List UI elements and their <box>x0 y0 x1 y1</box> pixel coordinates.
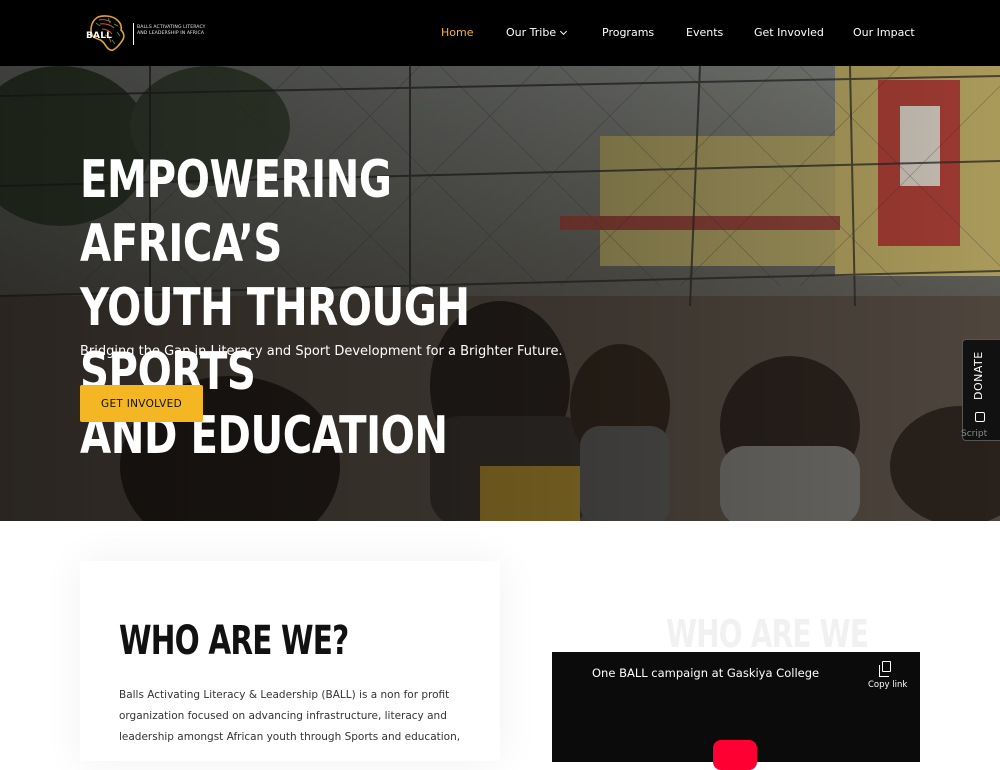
hero-title-line: EMPOWERING AFRICA’S <box>80 150 392 274</box>
play-button-icon[interactable] <box>713 740 757 770</box>
script-label: Script <box>961 429 988 439</box>
video-title[interactable]: One BALL campaign at Gaskiya College <box>592 666 819 680</box>
chevron-down-icon <box>560 27 568 36</box>
about-ghost-title: WHO ARE WE <box>666 612 869 656</box>
nav-events[interactable]: Events <box>686 26 723 39</box>
donate-label: DONATE <box>972 351 985 400</box>
hero-section: EMPOWERING AFRICA’S YOUTH THROUGH SPORTS… <box>0 66 1000 521</box>
about-text: Balls Activating Literacy & Leadership (… <box>119 689 461 743</box>
donate-icon <box>975 412 985 422</box>
brand-tagline: BALLS ACTIVATING LITERACY AND LEADERSHIP… <box>137 25 206 36</box>
copy-link-icon[interactable] <box>879 661 891 677</box>
about-section: WHO ARE WE? Balls Activating Literacy & … <box>0 521 1000 770</box>
brand-name: BALL <box>86 31 113 41</box>
nav-our-impact[interactable]: Our Impact <box>853 26 915 39</box>
nav-our-tribe[interactable]: Our Tribe <box>506 26 568 39</box>
video-player[interactable]: One BALL campaign at Gaskiya College Cop… <box>552 652 920 770</box>
about-title: WHO ARE WE? <box>119 618 349 664</box>
nav-get-involved[interactable]: Get Invovled <box>754 26 824 39</box>
get-involved-button[interactable]: GET INVOLVED <box>80 385 203 422</box>
nav-programs[interactable]: Programs <box>602 26 654 39</box>
nav-home[interactable]: Home <box>441 26 473 39</box>
brand-logo[interactable]: BALL BALLS ACTIVATING LITERACY AND LEADE… <box>84 14 205 52</box>
navbar: BALL BALLS ACTIVATING LITERACY AND LEADE… <box>0 0 1000 66</box>
copy-link-label[interactable]: Copy link <box>868 680 907 690</box>
hero-subtitle: Bridging the Gap in Literacy and Sport D… <box>80 344 563 359</box>
logo-divider <box>133 23 134 45</box>
nav-our-tribe-label: Our Tribe <box>506 26 557 39</box>
